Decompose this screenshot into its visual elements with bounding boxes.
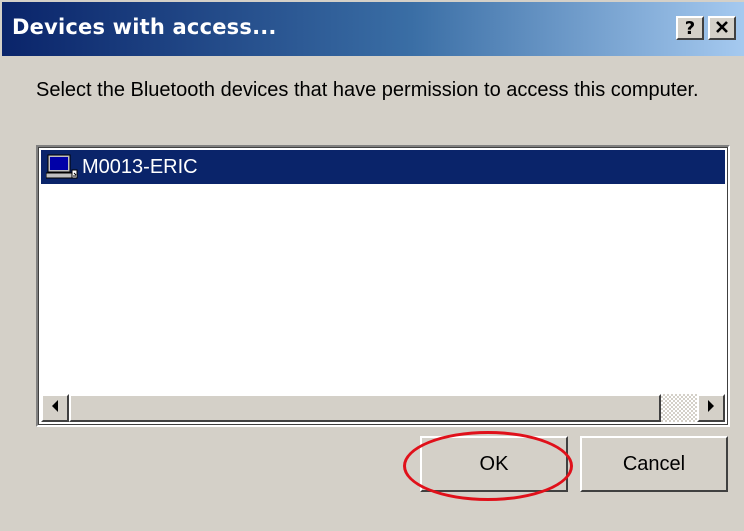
arrow-right-icon xyxy=(707,399,715,417)
help-button[interactable]: ? xyxy=(676,16,704,40)
arrow-left-icon xyxy=(51,399,59,417)
ok-button[interactable]: OK xyxy=(420,436,568,492)
computer-icon xyxy=(45,154,78,180)
close-icon xyxy=(715,18,729,39)
device-label: M0013-ERIC xyxy=(82,155,198,178)
help-icon: ? xyxy=(684,17,696,39)
cancel-button[interactable]: Cancel xyxy=(580,436,728,492)
close-button[interactable] xyxy=(708,16,736,40)
horizontal-scrollbar[interactable] xyxy=(41,394,725,422)
list-item[interactable]: M0013-ERIC xyxy=(41,150,725,184)
scroll-thumb[interactable] xyxy=(69,394,661,422)
title-bar[interactable]: Devices with access... ? xyxy=(2,2,744,56)
instruction-text: Select the Bluetooth devices that have p… xyxy=(36,79,699,101)
device-listbox[interactable]: M0013-ERIC xyxy=(36,145,730,427)
window-title: Devices with access... xyxy=(12,15,277,39)
scroll-track[interactable] xyxy=(661,394,697,422)
devices-dialog: Devices with access... ? Select the Blue… xyxy=(0,0,744,531)
scroll-left-button[interactable] xyxy=(41,394,69,422)
scroll-right-button[interactable] xyxy=(697,394,725,422)
